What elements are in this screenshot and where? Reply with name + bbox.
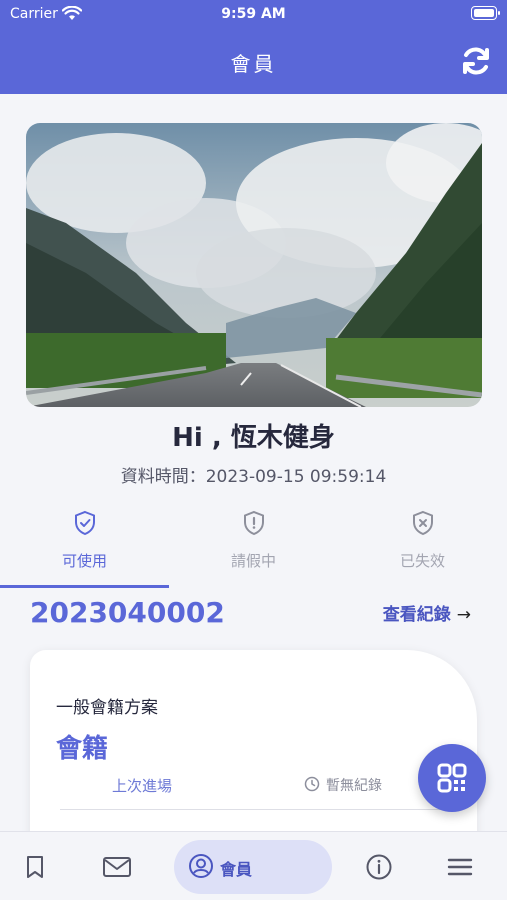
arrow-right-icon: → [456, 605, 471, 625]
view-records-link[interactable]: 查看紀錄 → [383, 600, 471, 625]
clock-icon [304, 776, 320, 792]
greeting: Hi , 恆木健身 [172, 423, 335, 453]
bookmark-icon[interactable] [22, 854, 48, 880]
last-entry-value: 暫無紀錄 [304, 775, 382, 795]
info-icon[interactable] [365, 853, 393, 881]
battery-icon [471, 6, 500, 20]
view-records-label: 查看紀錄 [382, 605, 451, 625]
app-header: Carrier 9:59 AM 會員 [0, 0, 507, 94]
tab-on-leave-label: 請假中 [230, 552, 276, 570]
status-bar: Carrier 9:59 AM [0, 0, 507, 28]
status-time: 9:59 AM [221, 6, 286, 22]
shield-alert-icon [243, 510, 264, 536]
nav-member[interactable]: 會員 [174, 840, 332, 894]
plan-name: 一般會籍方案 [56, 698, 158, 718]
refresh-icon[interactable] [459, 44, 493, 78]
shield-x-icon [412, 510, 433, 536]
shield-check-icon [74, 510, 95, 536]
banner-image [26, 123, 482, 407]
bottom-nav: 會員 [0, 831, 507, 900]
menu-icon[interactable] [446, 854, 474, 880]
membership-type: 會籍 [56, 734, 109, 764]
data-timestamp: 資料時間：2023-09-15 09:59:14 [120, 467, 387, 487]
tab-expired[interactable]: 已失效 [338, 510, 507, 588]
tab-available[interactable]: 可使用 [0, 510, 169, 588]
last-entry-label: 上次進場 [112, 777, 173, 795]
member-icon [189, 854, 213, 878]
page-title: 會員 [230, 52, 277, 76]
nav-member-label: 會員 [220, 860, 253, 879]
mail-icon[interactable] [102, 854, 132, 880]
qr-code-button[interactable] [418, 744, 486, 812]
tab-expired-label: 已失效 [399, 552, 445, 570]
tab-on-leave[interactable]: 請假中 [169, 510, 338, 588]
member-number: 2023040002 [30, 596, 225, 629]
card-divider [60, 809, 447, 810]
active-tab-indicator [0, 585, 169, 588]
qr-code-icon [437, 763, 467, 793]
tab-available-label: 可使用 [61, 552, 107, 570]
last-entry-value-text: 暫無紀錄 [326, 778, 382, 794]
